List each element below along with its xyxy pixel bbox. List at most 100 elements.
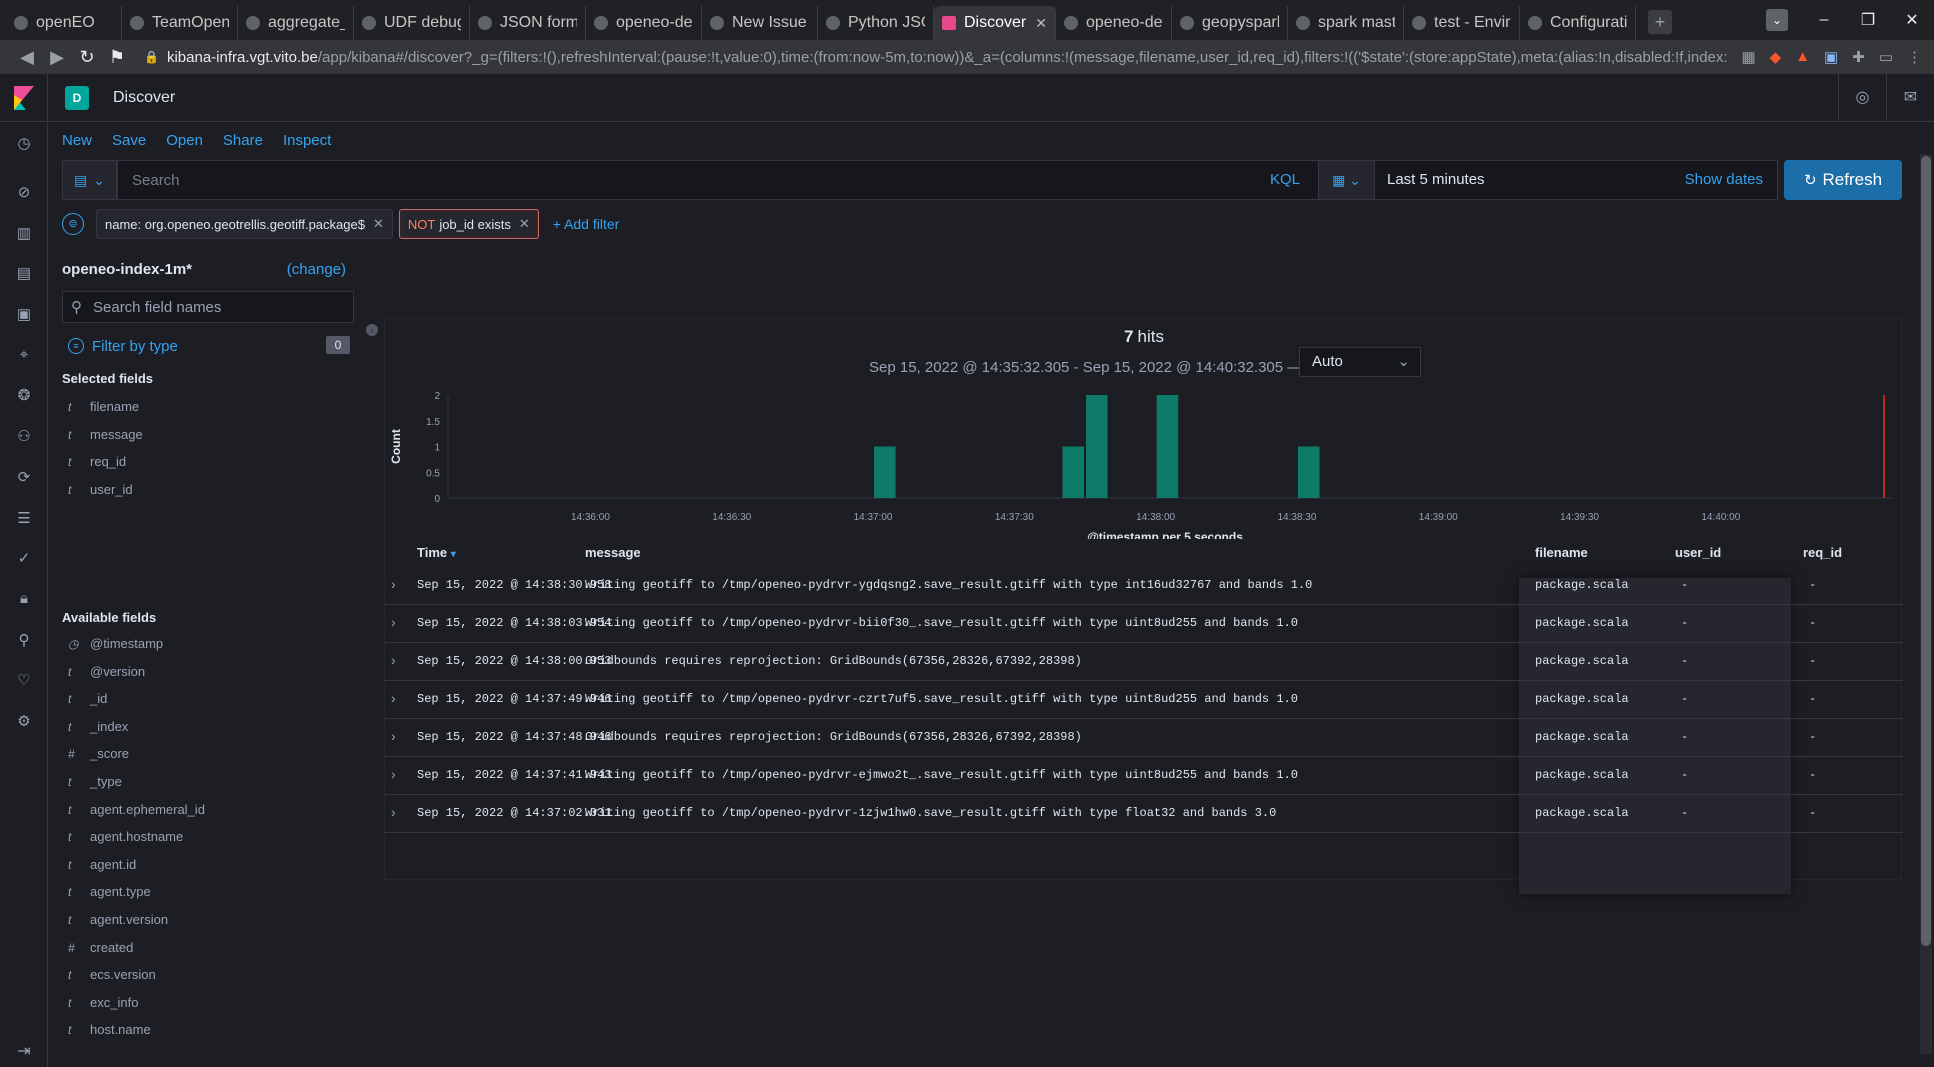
column-header-user-id[interactable]: user_id bbox=[1675, 545, 1721, 560]
browser-tab[interactable]: UDF debugg bbox=[354, 6, 470, 40]
field-search-input[interactable] bbox=[93, 292, 348, 322]
filter-pill-negated[interactable]: NOT job_id exists ✕ bbox=[398, 209, 539, 239]
browser-tab[interactable]: geopyspark bbox=[1172, 6, 1288, 40]
field-item[interactable]: t agent.ephemeral_id bbox=[68, 802, 354, 822]
restore-button[interactable]: ❐ bbox=[1846, 10, 1890, 30]
page-scrollbar[interactable] bbox=[1920, 154, 1932, 1054]
browser-tab[interactable]: openeo-dep bbox=[586, 6, 702, 40]
saved-query-button[interactable]: ▤ ⌄ bbox=[62, 160, 117, 200]
field-item[interactable]: t _id bbox=[68, 691, 354, 711]
browser-tab[interactable]: spark maste bbox=[1288, 6, 1404, 40]
change-index-link[interactable]: (change) bbox=[287, 261, 346, 278]
show-dates-link[interactable]: Show dates bbox=[1685, 161, 1763, 199]
table-row[interactable]: › Sep 15, 2022 @ 14:38:30.958 Writing geot… bbox=[385, 567, 1903, 605]
browser-tab[interactable]: New Issue · bbox=[702, 6, 818, 40]
table-row[interactable]: › Sep 15, 2022 @ 14:37:49.946 Writing geot… bbox=[385, 681, 1903, 719]
expand-row-icon[interactable]: › bbox=[391, 576, 396, 592]
time-range-label[interactable]: Last 5 minutes bbox=[1387, 161, 1485, 199]
apm-icon[interactable]: ☰ bbox=[0, 497, 48, 538]
scrollbar-thumb[interactable] bbox=[1921, 156, 1931, 946]
url-field[interactable]: 🔒 kibana-infra.vgt.vito.be /app/kibana#/… bbox=[144, 43, 1729, 71]
filter-options-icon[interactable]: ⊜ bbox=[62, 213, 84, 235]
remove-filter-icon[interactable]: ✕ bbox=[519, 216, 530, 232]
visualize-icon[interactable]: ▥ bbox=[0, 212, 48, 253]
add-filter-link[interactable]: + Add filter bbox=[553, 216, 620, 232]
refresh-button[interactable]: ↻ Refresh bbox=[1784, 160, 1902, 200]
extension-badge-icon[interactable]: ▣ bbox=[1824, 48, 1838, 66]
space-avatar[interactable]: D bbox=[65, 85, 89, 110]
field-item[interactable]: t agent.hostname bbox=[68, 829, 354, 849]
browser-tab[interactable]: Discover ✕ bbox=[934, 6, 1056, 40]
field-item[interactable]: t message bbox=[68, 427, 354, 447]
maps-icon[interactable]: ⌖ bbox=[0, 334, 48, 375]
menu-open[interactable]: Open bbox=[166, 132, 203, 149]
logs-icon[interactable]: ⟳ bbox=[0, 457, 48, 498]
field-item[interactable]: t filename bbox=[68, 399, 354, 419]
help-icon[interactable]: ◎ bbox=[1838, 74, 1886, 122]
field-item[interactable]: t req_id bbox=[68, 454, 354, 474]
forward-icon[interactable]: ▶ bbox=[42, 47, 72, 68]
dashboard-icon[interactable]: ▤ bbox=[0, 253, 48, 294]
field-item[interactable]: t _type bbox=[68, 774, 354, 794]
field-item[interactable]: t user_id bbox=[68, 482, 354, 502]
close-tab-icon[interactable]: ✕ bbox=[1035, 15, 1047, 32]
reload-icon[interactable]: ↻ bbox=[72, 47, 102, 68]
kql-toggle[interactable]: KQL bbox=[1250, 160, 1320, 200]
canvas-icon[interactable]: ▣ bbox=[0, 294, 48, 335]
expand-row-icon[interactable]: › bbox=[391, 804, 396, 820]
table-row[interactable]: › Sep 15, 2022 @ 14:37:48.946 Gridbounds r… bbox=[385, 719, 1903, 757]
menu-icon[interactable]: ⋮ bbox=[1907, 48, 1922, 66]
field-item[interactable]: t _index bbox=[68, 719, 354, 739]
field-item[interactable]: t agent.id bbox=[68, 857, 354, 877]
field-item[interactable]: ◷ @timestamp bbox=[68, 636, 354, 656]
mail-icon[interactable]: ✉ bbox=[1886, 74, 1934, 122]
remove-filter-icon[interactable]: ✕ bbox=[373, 216, 384, 232]
brave-shield-icon[interactable]: ◆ bbox=[1770, 48, 1782, 66]
field-item[interactable]: # _score bbox=[68, 746, 354, 766]
infrastructure-icon[interactable]: ⚇ bbox=[0, 416, 48, 457]
browser-tab[interactable]: openeo-dev bbox=[1056, 6, 1172, 40]
expand-row-icon[interactable]: › bbox=[391, 728, 396, 744]
search-input[interactable] bbox=[117, 160, 1320, 200]
puzzle-icon[interactable]: ✚ bbox=[1852, 48, 1865, 66]
sort-desc-icon[interactable]: ▾ bbox=[451, 549, 456, 560]
minimize-button[interactable]: – bbox=[1802, 11, 1846, 29]
menu-inspect[interactable]: Inspect bbox=[283, 132, 331, 149]
brave-rewards-icon[interactable]: ▲ bbox=[1795, 48, 1810, 66]
monitoring-icon[interactable]: ♡ bbox=[0, 660, 48, 701]
browser-tab[interactable]: Python JSO bbox=[818, 6, 934, 40]
field-item[interactable]: t @version bbox=[68, 664, 354, 684]
browser-tab[interactable]: JSON forma bbox=[470, 6, 586, 40]
column-header-filename[interactable]: filename bbox=[1535, 545, 1588, 560]
table-row[interactable]: › Sep 15, 2022 @ 14:38:00.953 Gridbounds r… bbox=[385, 643, 1903, 681]
kibana-logo-icon[interactable] bbox=[0, 73, 48, 122]
qr-icon[interactable]: ▦ bbox=[1741, 48, 1755, 66]
bookmark-icon[interactable]: ⚑ bbox=[102, 47, 132, 68]
wallet-icon[interactable]: ▭ bbox=[1879, 48, 1893, 66]
uptime-icon[interactable]: ✓ bbox=[0, 538, 48, 579]
filter-pill[interactable]: name: org.openeo.geotrellis.geotiff.pack… bbox=[96, 209, 393, 239]
menu-share[interactable]: Share bbox=[223, 132, 263, 149]
field-item[interactable]: t exc_info bbox=[68, 995, 354, 1015]
browser-tab[interactable]: test - Enviro bbox=[1404, 6, 1520, 40]
expand-row-icon[interactable]: › bbox=[391, 652, 396, 668]
table-row[interactable]: › Sep 15, 2022 @ 14:38:03.954 Writing geot… bbox=[385, 605, 1903, 643]
interval-select[interactable]: Auto ⌄ bbox=[1299, 347, 1421, 377]
collapse-nav-icon[interactable]: ⇥ bbox=[0, 1041, 48, 1061]
browser-tab[interactable]: openEO bbox=[6, 6, 122, 40]
new-tab-button[interactable]: + bbox=[1648, 10, 1672, 34]
ml-icon[interactable]: ❂ bbox=[0, 375, 48, 416]
discover-icon[interactable]: ⊘ bbox=[0, 172, 48, 213]
field-item[interactable]: # created bbox=[68, 940, 354, 960]
calendar-icon[interactable]: ▦ ⌄ bbox=[1319, 161, 1375, 199]
dev-tools-icon[interactable]: ⚲ bbox=[0, 619, 48, 660]
field-item[interactable]: t agent.type bbox=[68, 884, 354, 904]
field-item[interactable]: t agent.version bbox=[68, 912, 354, 932]
field-item[interactable]: t ecs.version bbox=[68, 967, 354, 987]
siem-icon[interactable]: 🔒︎ bbox=[0, 579, 48, 620]
filter-by-type[interactable]: ≡ Filter by type 0 bbox=[68, 336, 354, 358]
expand-row-icon[interactable]: › bbox=[391, 766, 396, 782]
column-header-message[interactable]: message bbox=[585, 545, 641, 560]
expand-row-icon[interactable]: › bbox=[391, 690, 396, 706]
expand-row-icon[interactable]: › bbox=[391, 614, 396, 630]
